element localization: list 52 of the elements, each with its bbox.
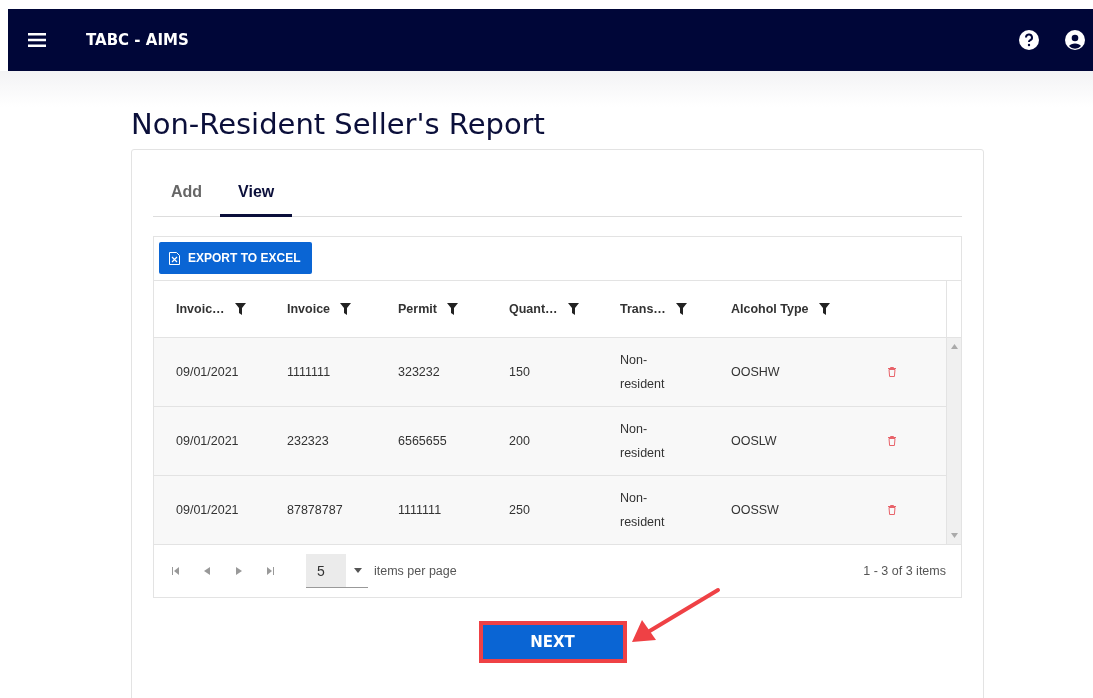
menu-icon[interactable] <box>28 33 46 47</box>
scroll-down-icon[interactable] <box>950 533 958 538</box>
table-cell-text: Non-resident <box>619 352 666 393</box>
item-count: 1 - 3 of 3 items <box>863 564 946 578</box>
user-icon[interactable] <box>1065 30 1085 50</box>
table-cell-text: 150 <box>508 364 531 381</box>
column-header[interactable]: Quant… <box>509 302 558 316</box>
next-page-icon[interactable] <box>234 566 244 576</box>
column-header[interactable]: Trans… <box>620 302 666 316</box>
table-cell-text: Non-resident <box>619 490 666 531</box>
scroll-up-icon[interactable] <box>950 344 958 349</box>
page-title: Non-Resident Seller's Report <box>131 107 546 141</box>
previous-page-icon[interactable] <box>202 566 212 576</box>
filter-icon[interactable] <box>567 303 579 315</box>
table-cell-text: 09/01/2021 <box>175 502 240 519</box>
filter-icon[interactable] <box>340 303 352 315</box>
table-cell-text: OOSSW <box>730 502 780 519</box>
app-title: TABC - AIMS <box>86 31 190 49</box>
column-header[interactable]: Invoice <box>287 302 331 316</box>
page-size-label: items per page <box>374 564 458 578</box>
filter-icon[interactable] <box>675 303 687 315</box>
export-button[interactable]: EXPORT TO EXCEL <box>159 242 313 274</box>
table-cell-text: OOSLW <box>730 433 778 450</box>
caret-icon <box>354 568 362 573</box>
filter-icon[interactable] <box>818 303 830 315</box>
last-page-icon[interactable] <box>266 566 276 576</box>
delete-icon[interactable] <box>888 436 896 446</box>
tab[interactable]: Add <box>153 172 221 217</box>
table-cell-text: 250 <box>508 502 531 519</box>
table-cell-text: 09/01/2021 <box>175 364 240 381</box>
column-header[interactable]: Permit <box>398 302 437 316</box>
table-cell-text: Non-resident <box>619 421 666 462</box>
table-cell-text: 200 <box>508 433 531 450</box>
table-cell-text: 232323 <box>286 433 330 450</box>
first-page-icon[interactable] <box>170 566 180 576</box>
table-cell-text: 6565655 <box>397 433 448 450</box>
scrollbar[interactable] <box>946 338 961 545</box>
column-header[interactable]: Alcohol Type <box>731 302 809 316</box>
table-cell-text: 09/01/2021 <box>175 433 240 450</box>
tab[interactable]: View <box>220 172 293 217</box>
filter-icon[interactable] <box>234 303 246 315</box>
column-header[interactable]: Invoic… <box>176 302 225 316</box>
excel-file-icon <box>169 251 180 265</box>
help-icon[interactable] <box>1019 30 1039 50</box>
filter-icon[interactable] <box>446 303 458 315</box>
table-cell-text: 1111111 <box>286 364 332 381</box>
table-cell-text: OOSHW <box>730 364 781 381</box>
delete-icon[interactable] <box>888 505 896 515</box>
delete-icon[interactable] <box>888 367 896 377</box>
table-cell-text: 1111111 <box>397 502 443 519</box>
table-cell-text: 323232 <box>397 364 441 381</box>
table-cell-text: 87878787 <box>286 502 344 519</box>
